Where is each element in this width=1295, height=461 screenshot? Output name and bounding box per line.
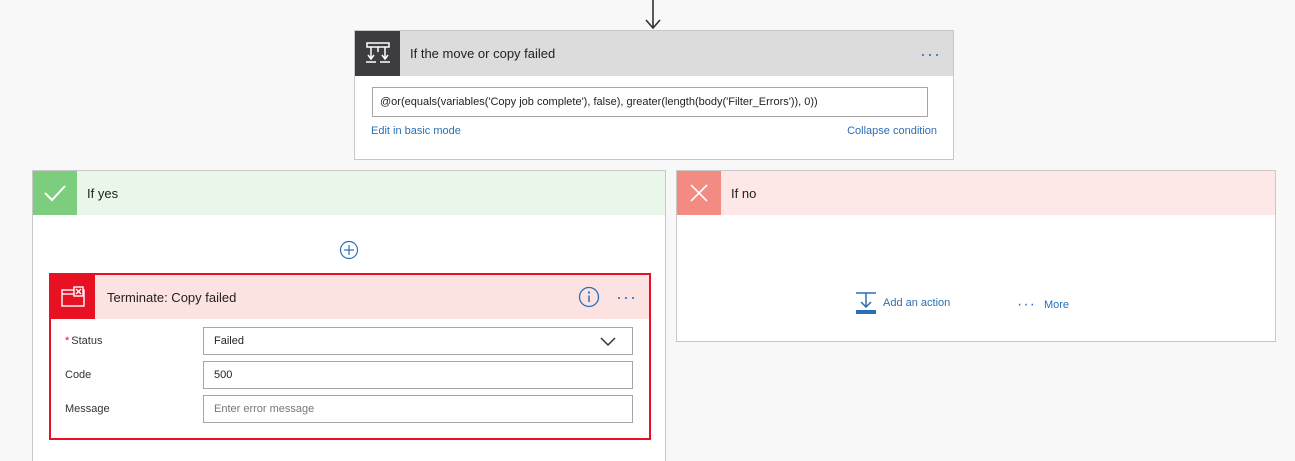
info-icon[interactable] <box>578 286 600 308</box>
arrow-down-icon <box>645 0 661 30</box>
terminate-menu-button[interactable]: ··· <box>616 288 649 306</box>
add-action-icon <box>856 292 876 314</box>
terminate-icon <box>51 275 95 319</box>
code-field-row: Code 500 <box>51 361 649 389</box>
condition-card: If the move or copy failed ··· @or(equal… <box>354 30 954 160</box>
if-yes-branch: If yes Terminate: Copy failed ··· * Stat… <box>32 170 666 461</box>
condition-menu-button[interactable]: ··· <box>920 45 953 63</box>
terminate-action-card: Terminate: Copy failed ··· * Status Faile… <box>49 273 651 440</box>
if-no-title: If no <box>731 185 757 201</box>
edit-in-basic-mode-link[interactable]: Edit in basic mode <box>371 125 461 137</box>
collapse-condition-link[interactable]: Collapse condition <box>847 125 937 137</box>
condition-expression-input[interactable]: @or(equals(variables('Copy job complete'… <box>372 87 928 117</box>
condition-header[interactable]: If the move or copy failed ··· <box>355 31 953 76</box>
status-label: * Status <box>65 335 103 347</box>
chevron-down-icon <box>600 337 616 347</box>
message-field-row: Message Enter error message <box>51 395 649 423</box>
more-dots-icon: ··· <box>1017 296 1036 313</box>
if-yes-header[interactable]: If yes <box>33 171 665 215</box>
more-button[interactable]: ··· More <box>1017 297 1069 313</box>
message-input[interactable]: Enter error message <box>203 395 633 423</box>
message-label: Message <box>65 403 110 415</box>
terminate-header[interactable]: Terminate: Copy failed ··· <box>51 275 649 319</box>
add-an-action-button[interactable]: Add an action <box>855 291 950 315</box>
more-label: More <box>1043 299 1070 311</box>
status-value: Failed <box>214 335 244 347</box>
condition-title: If the move or copy failed <box>410 46 556 61</box>
check-icon <box>33 171 77 215</box>
if-yes-title: If yes <box>87 185 119 201</box>
plus-circle-icon[interactable] <box>339 240 359 260</box>
x-icon <box>677 171 721 215</box>
status-field-row: * Status Failed <box>51 327 649 355</box>
code-label: Code <box>65 369 92 381</box>
add-an-action-label: Add an action <box>883 297 951 309</box>
code-input[interactable]: 500 <box>203 361 633 389</box>
required-mark: * <box>65 335 70 347</box>
status-dropdown[interactable]: Failed <box>203 327 633 355</box>
condition-icon <box>355 31 400 76</box>
if-no-branch: If no Add an action ··· More <box>676 170 1276 342</box>
terminate-title: Terminate: Copy failed <box>107 289 237 305</box>
if-no-header[interactable]: If no <box>677 171 1275 215</box>
